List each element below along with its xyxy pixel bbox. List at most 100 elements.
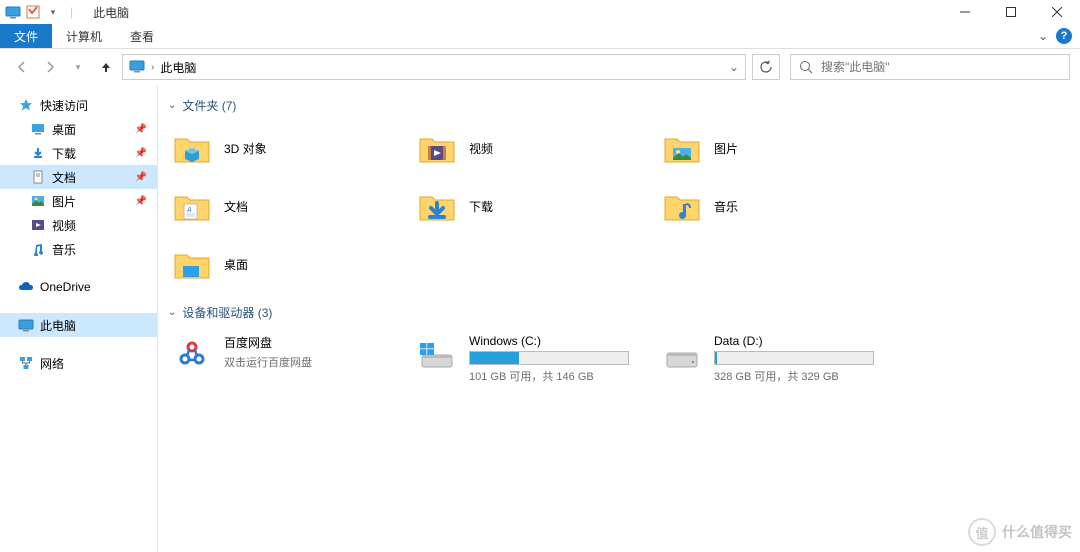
document-icon [30,169,46,185]
drive-usage-bar [469,351,629,365]
sidebar-item-desktop[interactable]: 桌面 📌 [0,117,157,141]
section-folders-header[interactable]: ⌄ 文件夹 (7) [168,97,1072,114]
drive-c[interactable]: Windows (C:) 101 GB 可用，共 146 GB [411,329,656,388]
sidebar-item-videos[interactable]: 视频 [0,213,157,237]
folder-label: 下载 [469,198,493,215]
recent-dropdown-icon[interactable]: ▾ [66,55,90,79]
sidebar-item-label: 视频 [52,217,76,234]
back-button[interactable] [10,55,34,79]
network-icon [18,355,34,371]
sidebar-item-pictures[interactable]: 图片 📌 [0,189,157,213]
folder-label: 文档 [224,198,248,215]
section-label: 设备和驱动器 (3) [182,304,272,321]
chevron-right-icon[interactable]: › [151,62,154,73]
window-title: 此电脑 [93,4,129,21]
main-area: 快速访问 桌面 📌 下载 📌 文档 📌 图片 📌 [0,85,1080,552]
up-button[interactable] [94,55,118,79]
titlebar-divider: | [70,5,73,19]
folder-music-icon [660,184,704,228]
folder-label: 音乐 [714,198,738,215]
maximize-button[interactable] [988,0,1034,24]
folder-video-icon [415,126,459,170]
drive-d[interactable]: Data (D:) 328 GB 可用，共 329 GB [656,329,901,388]
pin-icon: 📌 [135,172,147,183]
sidebar-item-quickaccess[interactable]: 快速访问 [0,93,157,117]
ribbon: 文件 计算机 查看 ⌄ ? [0,24,1080,49]
section-drives-header[interactable]: ⌄ 设备和驱动器 (3) [168,304,1072,321]
pin-icon: 📌 [135,196,147,207]
minimize-button[interactable] [942,0,988,24]
pc-qat-icon[interactable] [4,3,22,21]
ribbon-collapse-icon[interactable]: ⌄ [1038,29,1048,43]
pc-icon [18,317,34,333]
sidebar-item-music[interactable]: 音乐 [0,237,157,261]
breadcrumb-location[interactable]: 此电脑 [160,59,196,76]
drive-baidu[interactable]: 百度网盘 双击运行百度网盘 [166,329,411,388]
forward-button[interactable] [38,55,62,79]
close-button[interactable] [1034,0,1080,24]
folder-3d-icon [170,126,214,170]
address-history-dropdown[interactable]: ⌄ [729,60,739,74]
section-label: 文件夹 (7) [182,97,236,114]
drive-name: 百度网盘 [224,334,407,351]
sidebar-item-label: 此电脑 [40,317,76,334]
folder-label: 图片 [714,140,738,157]
folder-3dobjects[interactable]: 3D 对象 [166,122,411,174]
folder-download-icon [415,184,459,228]
watermark-badge: 值 [968,518,996,546]
drive-sub: 双击运行百度网盘 [224,354,407,370]
folder-music[interactable]: 音乐 [656,180,901,232]
sidebar-item-onedrive[interactable]: OneDrive [0,275,157,299]
drive-free-text: 328 GB 可用，共 329 GB [714,368,897,384]
star-icon [18,97,34,113]
folder-label: 视频 [469,140,493,157]
pc-breadcrumb-icon [129,58,145,77]
address-box[interactable]: › 此电脑 ⌄ [122,54,746,80]
sidebar-item-label: 网络 [40,355,64,372]
help-icon[interactable]: ? [1056,28,1072,44]
sidebar-item-network[interactable]: 网络 [0,351,157,375]
properties-qat-icon[interactable] [24,3,42,21]
folder-documents[interactable]: A 文档 [166,180,411,232]
search-box[interactable] [790,54,1070,80]
titlebar: ▾ | 此电脑 [0,0,1080,24]
folder-grid: 3D 对象 视频 图片 A 文档 下载 音乐 [166,122,1072,290]
watermark-text: 什么值得买 [1002,522,1072,542]
folder-videos[interactable]: 视频 [411,122,656,174]
folder-desktop-icon [170,242,214,286]
drive-icon [660,333,704,377]
search-input[interactable] [821,60,1061,74]
tab-view[interactable]: 查看 [116,24,168,48]
sidebar-item-thispc[interactable]: 此电脑 [0,313,157,337]
folder-desktop[interactable]: 桌面 [166,238,411,290]
pictures-icon [30,193,46,209]
drive-windows-icon [415,333,459,377]
pin-icon: 📌 [135,124,147,135]
folder-document-icon: A [170,184,214,228]
chevron-down-icon: ⌄ [168,100,176,111]
sidebar-item-documents[interactable]: 文档 📌 [0,165,157,189]
svg-text:A: A [186,207,192,214]
content-pane: ⌄ 文件夹 (7) 3D 对象 视频 图片 A 文档 下载 [158,85,1080,552]
tab-computer[interactable]: 计算机 [52,24,116,48]
window-controls [942,0,1080,24]
addressbar: ▾ › 此电脑 ⌄ [0,49,1080,85]
drive-name: Data (D:) [714,334,897,348]
tab-file[interactable]: 文件 [0,24,52,48]
quick-access-toolbar: ▾ | 此电脑 [0,3,129,21]
qat-dropdown-icon[interactable]: ▾ [44,3,62,21]
folder-label: 桌面 [224,256,248,273]
folder-label: 3D 对象 [224,140,267,157]
refresh-button[interactable] [752,54,780,80]
sidebar-item-downloads[interactable]: 下载 📌 [0,141,157,165]
folder-downloads[interactable]: 下载 [411,180,656,232]
search-icon [799,60,813,74]
drive-usage-bar [714,351,874,365]
sidebar-item-label: 下载 [52,145,76,162]
onedrive-icon [18,279,34,295]
sidebar-item-label: 图片 [52,193,76,210]
drive-name: Windows (C:) [469,334,652,348]
sidebar: 快速访问 桌面 📌 下载 📌 文档 📌 图片 📌 [0,85,158,552]
folder-pictures[interactable]: 图片 [656,122,901,174]
music-icon [30,241,46,257]
